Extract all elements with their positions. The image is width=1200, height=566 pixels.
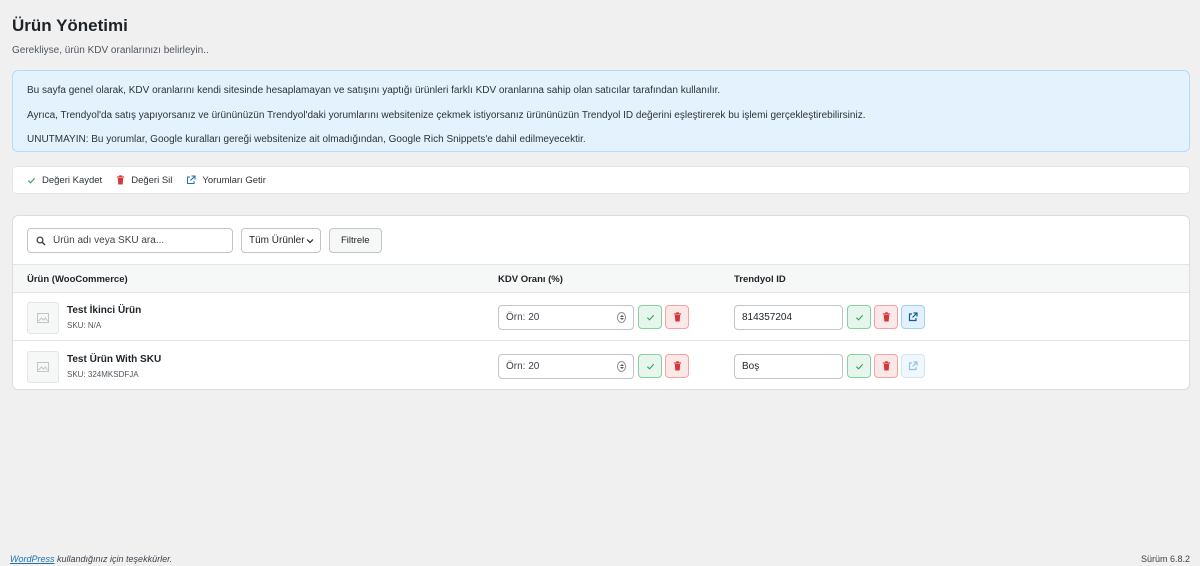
- number-spinner-icon[interactable]: [617, 312, 626, 323]
- filter-button[interactable]: Filtrele: [329, 228, 382, 253]
- kdv-input[interactable]: Örn: 20: [498, 305, 634, 330]
- table-header: Ürün (WooCommerce) KDV Oranı (%) Trendyo…: [13, 264, 1189, 293]
- column-trendyol: Trendyol ID: [734, 274, 786, 285]
- wordpress-link[interactable]: WordPress: [10, 554, 55, 564]
- checkmark-icon: [646, 363, 654, 370]
- kdv-input[interactable]: Örn: 20: [498, 354, 634, 379]
- footer-thanks: WordPress kullandığınız için teşekkürler…: [10, 554, 172, 564]
- chevron-down-icon: [306, 238, 314, 243]
- trash-icon: [673, 312, 681, 322]
- trendyol-delete-button[interactable]: [874, 305, 898, 329]
- info-line-3: UNUTMAYIN: Bu yorumlar, Google kuralları…: [27, 134, 586, 145]
- checkmark-icon: [855, 314, 863, 321]
- external-link-icon: [908, 312, 918, 322]
- search-box[interactable]: [27, 228, 233, 253]
- product-name[interactable]: Test Ürün With SKU: [67, 354, 161, 365]
- info-notice: Bu sayfa genel olarak, KDV oranlarını ke…: [12, 70, 1190, 152]
- info-line-2: Ayrıca, Trendyol'da satış yapıyorsanız v…: [27, 109, 866, 121]
- product-name[interactable]: Test İkinci Ürün: [67, 305, 141, 316]
- kdv-save-button[interactable]: [638, 354, 662, 378]
- filter-row: Tüm Ürünler Filtrele: [27, 228, 382, 253]
- legend-bar: Değeri Kaydet Değeri Sil Yorumları Getir: [12, 166, 1190, 194]
- kdv-save-button[interactable]: [638, 305, 662, 329]
- trendyol-save-button[interactable]: [847, 305, 871, 329]
- trash-icon: [673, 361, 681, 371]
- product-thumbnail: [27, 302, 59, 334]
- kdv-delete-button[interactable]: [665, 305, 689, 329]
- external-link-icon: [187, 175, 196, 185]
- trendyol-id-input[interactable]: Boş: [734, 354, 843, 379]
- trash-icon: [882, 312, 890, 322]
- legend-reviews-label: Yorumları Getir: [202, 174, 266, 186]
- legend-delete: Değeri Sil: [116, 175, 172, 186]
- checkmark-icon: [646, 314, 654, 321]
- legend-delete-label: Değeri Sil: [131, 174, 173, 186]
- products-card: Tüm Ürünler Filtrele Ürün (WooCommerce) …: [12, 215, 1190, 390]
- column-product: Ürün (WooCommerce): [27, 274, 128, 285]
- product-sku: SKU: 324MKSDFJA: [67, 370, 139, 379]
- image-placeholder-icon: [37, 313, 49, 323]
- product-sku: SKU: N/A: [67, 321, 102, 330]
- product-thumbnail: [27, 351, 59, 383]
- trendyol-save-button[interactable]: [847, 354, 871, 378]
- image-placeholder-icon: [37, 362, 49, 372]
- search-input[interactable]: [53, 235, 213, 246]
- legend-save-label: Değeri Kaydet: [42, 174, 103, 186]
- kdv-placeholder: Örn: 20: [506, 361, 540, 372]
- table-row: Test İkinci Ürün SKU: N/A Örn: 20 814357…: [13, 293, 1189, 341]
- product-filter-value: Tüm Ürünler: [249, 235, 305, 246]
- trendyol-delete-button[interactable]: [874, 354, 898, 378]
- trendyol-id-placeholder: Boş: [742, 361, 760, 372]
- page-title: Ürün Yönetimi: [12, 16, 128, 35]
- trash-icon: [882, 361, 890, 371]
- fetch-reviews-button[interactable]: [901, 354, 925, 378]
- trash-icon: [117, 175, 125, 185]
- table-row: Test Ürün With SKU SKU: 324MKSDFJA Örn: …: [13, 342, 1189, 389]
- number-spinner-icon[interactable]: [617, 361, 626, 372]
- footer-thanks-text: kullandığınız için teşekkürler.: [54, 554, 173, 564]
- fetch-reviews-button[interactable]: [901, 305, 925, 329]
- checkmark-icon: [27, 177, 36, 184]
- external-link-icon: [908, 361, 918, 371]
- trendyol-id-value: 814357204: [742, 312, 793, 323]
- column-kdv: KDV Oranı (%): [498, 274, 563, 285]
- legend-save: Değeri Kaydet: [27, 175, 102, 186]
- kdv-placeholder: Örn: 20: [506, 312, 540, 323]
- search-icon: [36, 235, 46, 246]
- kdv-delete-button[interactable]: [665, 354, 689, 378]
- checkmark-icon: [855, 363, 863, 370]
- product-filter-select[interactable]: Tüm Ürünler: [241, 228, 321, 253]
- info-line-1: Bu sayfa genel olarak, KDV oranlarını ke…: [27, 85, 721, 96]
- page-subtitle: Gerekliyse, ürün KDV oranlarınızı belirl…: [12, 45, 209, 56]
- legend-reviews: Yorumları Getir: [186, 175, 266, 186]
- footer-version: Sürüm 6.8.2: [1140, 554, 1190, 564]
- trendyol-id-input[interactable]: 814357204: [734, 305, 843, 330]
